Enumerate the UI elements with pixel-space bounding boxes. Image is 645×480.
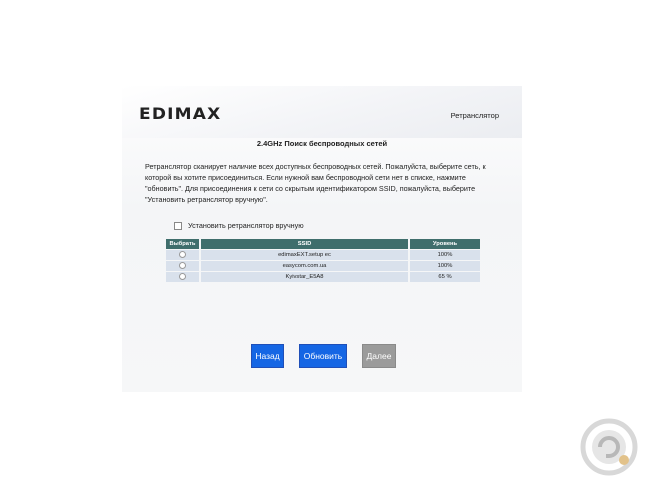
select-cell [166, 261, 199, 271]
select-cell [166, 272, 199, 282]
network-radio[interactable] [179, 251, 186, 259]
table-row[interactable]: edimaxEXT.setup ec 100% [166, 250, 480, 260]
description-line: "Установить ретранслятор вручную". [145, 195, 268, 204]
site-watermark-logo [580, 418, 638, 476]
next-button[interactable]: Далее [362, 344, 396, 368]
ssid-cell: edimaxEXT.setup ec [201, 250, 408, 260]
network-table: Выбрать SSID Уровень edimaxEXT.setup ec … [164, 238, 482, 283]
description-line: которой вы хотите присоединиться. Если н… [145, 173, 466, 182]
network-radio[interactable] [179, 273, 186, 281]
setup-panel: EDIMAX Ретранслятор 2.4GHz Поиск беспров… [122, 86, 522, 392]
description-line: "обновить". Для присоединения к сети со … [145, 184, 476, 193]
column-header-level: Уровень [410, 239, 480, 249]
description-line: Ретранслятор сканирует наличие всех дост… [145, 162, 486, 171]
level-cell: 100% [410, 250, 480, 260]
refresh-button[interactable]: Обновить [299, 344, 347, 368]
level-cell: 65 % [410, 272, 480, 282]
ssid-cell: Kyivstar_E5A8 [201, 272, 408, 282]
table-row[interactable]: easycom.com.ua 100% [166, 261, 480, 271]
column-header-ssid: SSID [201, 239, 408, 249]
manual-setup-row[interactable]: Установить ретранслятор вручную [174, 221, 304, 230]
column-header-select: Выбрать [166, 239, 199, 249]
table-row[interactable]: Kyivstar_E5A8 65 % [166, 272, 480, 282]
select-cell [166, 250, 199, 260]
description: Ретранслятор сканирует наличие всех дост… [145, 161, 505, 205]
level-cell: 100% [410, 261, 480, 271]
mode-label: Ретранслятор [450, 111, 499, 120]
header-band: EDIMAX Ретранслятор [122, 86, 522, 138]
edimax-logo: EDIMAX [139, 104, 222, 124]
manual-setup-checkbox[interactable] [174, 221, 182, 230]
back-button[interactable]: Назад [251, 344, 284, 368]
ssid-cell: easycom.com.ua [201, 261, 408, 271]
network-radio[interactable] [179, 262, 186, 270]
table-header-row: Выбрать SSID Уровень [166, 239, 480, 249]
manual-setup-label: Установить ретранслятор вручную [188, 221, 304, 230]
page-title: 2.4GHz Поиск беспроводных сетей [256, 139, 388, 148]
